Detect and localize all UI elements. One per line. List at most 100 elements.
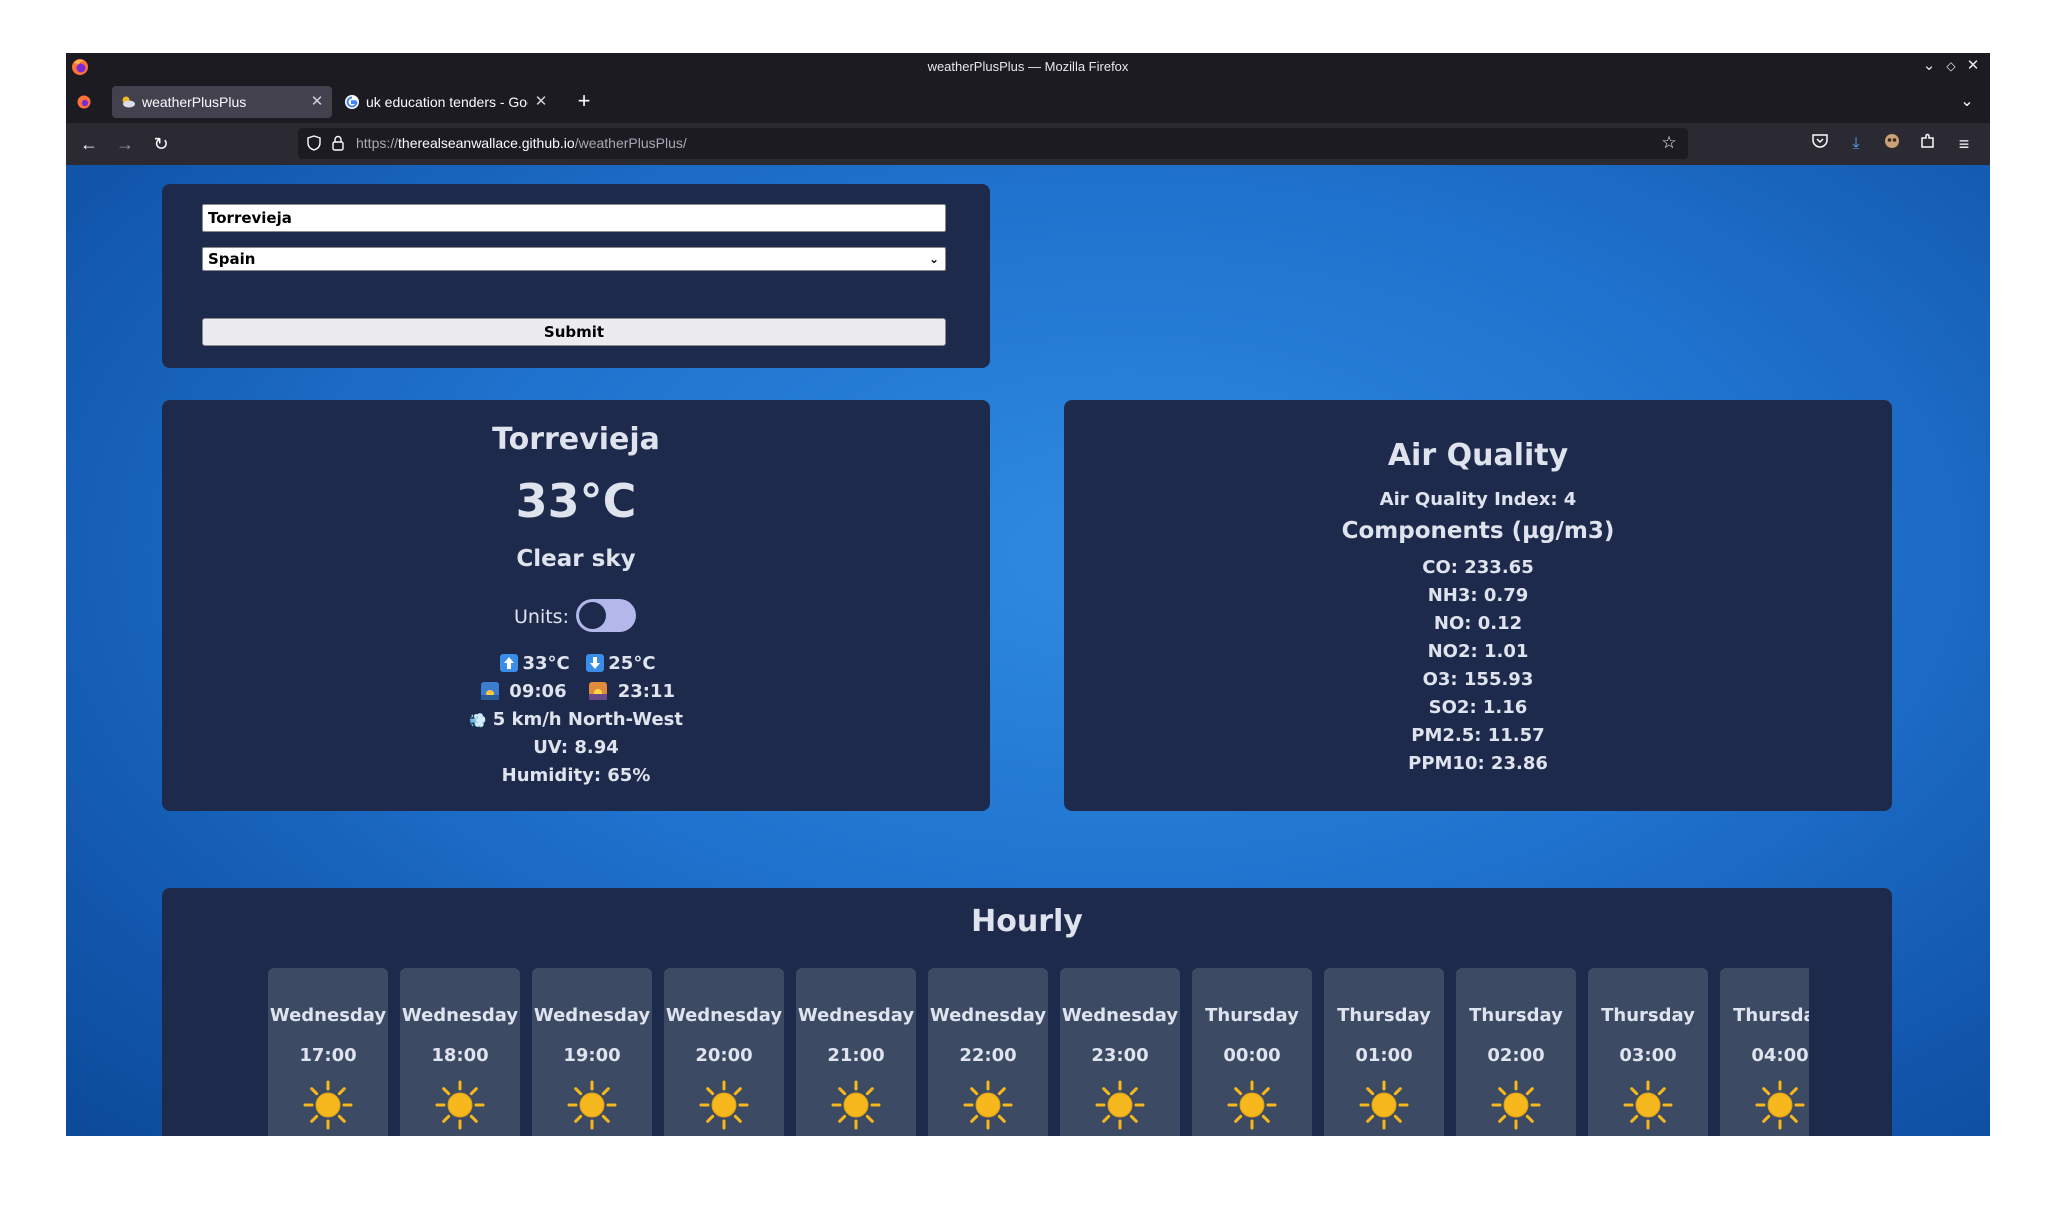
maximize-icon[interactable]: ◇ <box>1940 55 1962 77</box>
high-low-row: 33°C 25°C <box>162 653 990 674</box>
toggle-knob <box>579 602 606 629</box>
hourly-day: Thursday <box>1733 1005 1809 1026</box>
pocket-icon[interactable] <box>1808 132 1832 156</box>
hourly-item: Wednesday 18:00 33°C <box>400 968 520 1136</box>
hourly-item: Wednesday 23:00 30°C <box>1060 968 1180 1136</box>
sun-icon <box>699 1080 749 1130</box>
hourly-day: Wednesday <box>1061 1005 1179 1026</box>
new-tab-button[interactable]: + <box>568 86 600 118</box>
sunset-time: 23:11 <box>617 681 675 702</box>
hourly-item: Thursday 04:00 27°C <box>1720 968 1809 1136</box>
bookmark-star-icon[interactable]: ☆ <box>1658 132 1680 154</box>
hourly-day: Wednesday <box>797 1005 915 1026</box>
hourly-day: Thursday <box>1205 1005 1299 1026</box>
downloads-icon[interactable]: ⤓ <box>1844 132 1868 156</box>
list-tabs-icon[interactable]: ⌄ <box>1956 91 1978 113</box>
component-nh3: NH3: 0.79 <box>1427 585 1529 606</box>
component-pm25: PM2.5: 11.57 <box>1411 725 1545 746</box>
hourly-time: 04:00 <box>1751 1045 1809 1066</box>
city-input[interactable] <box>202 204 946 232</box>
tab-close-icon[interactable]: ✕ <box>532 86 550 118</box>
country-select-value: Spain <box>208 250 256 268</box>
hourly-time: 21:00 <box>827 1045 885 1066</box>
sun-icon <box>1227 1080 1277 1130</box>
hourly-item: Thursday 03:00 28°C <box>1588 968 1708 1136</box>
hourly-time: 23:00 <box>1091 1045 1149 1066</box>
lock-icon[interactable] <box>330 134 346 152</box>
weather-description: Clear sky <box>516 546 636 572</box>
sun-icon <box>1491 1080 1541 1130</box>
window-title: weatherPlusPlus — Mozilla Firefox <box>927 59 1129 74</box>
tab-label: uk education tenders - Goo <box>366 94 528 110</box>
city-name: Torrevieja <box>492 422 660 457</box>
uv-index: UV: 8.94 <box>533 737 619 758</box>
sun-icon <box>567 1080 617 1130</box>
hourly-time: 00:00 <box>1223 1045 1281 1066</box>
hourly-item: Wednesday 22:00 31°C <box>928 968 1048 1136</box>
hourly-time: 18:00 <box>431 1045 489 1066</box>
google-favicon-icon <box>345 95 359 109</box>
hourly-time: 02:00 <box>1487 1045 1545 1066</box>
back-button[interactable]: ← <box>76 131 102 157</box>
sun-icon <box>435 1080 485 1130</box>
hourly-time: 03:00 <box>1619 1045 1677 1066</box>
arrow-down-icon <box>586 654 605 672</box>
units-row: Units: <box>162 597 990 633</box>
air-quality-index: Air Quality Index: 4 <box>1379 489 1577 510</box>
component-co: CO: 233.65 <box>1422 557 1534 578</box>
units-label: Units: <box>514 606 569 628</box>
tab-label: weatherPlusPlus <box>142 94 247 110</box>
navigation-bar: ← → ↻ https://therealseanwallace.github.… <box>66 123 1990 165</box>
current-weather-card: Torrevieja 33°C Clear sky Units: 33°C 25… <box>162 400 990 811</box>
menu-hamburger-icon[interactable]: ≡ <box>1952 132 1976 156</box>
hourly-strip[interactable]: Wednesday 17:00 33°C Wednesday 18:00 <box>268 968 1809 1136</box>
extensions-puzzle-icon[interactable] <box>1916 132 1940 156</box>
arrow-up-icon <box>500 654 519 672</box>
wind-row: 💨 5 km/h North-West <box>162 709 990 730</box>
hourly-day: Wednesday <box>665 1005 783 1026</box>
extension-icon[interactable] <box>1880 132 1904 156</box>
url-path: /weatherPlusPlus/ <box>574 135 687 151</box>
weather-favicon-icon <box>122 96 135 108</box>
hourly-time: 20:00 <box>695 1045 753 1066</box>
url-text[interactable]: https://therealseanwallace.github.io/wea… <box>356 135 687 151</box>
hourly-item: Wednesday 17:00 33°C <box>268 968 388 1136</box>
hourly-time: 01:00 <box>1355 1045 1413 1066</box>
wind-value: 5 km/h North-West <box>492 709 684 730</box>
tab-close-icon[interactable]: ✕ <box>308 86 326 118</box>
tab-uk-education-tenders[interactable]: uk education tenders - Goo ✕ <box>336 86 556 118</box>
search-form-card: Spain ⌄ Submit <box>162 184 990 368</box>
hourly-item: Thursday 00:00 29°C <box>1192 968 1312 1136</box>
hourly-day: Wednesday <box>533 1005 651 1026</box>
hourly-day: Thursday <box>1337 1005 1431 1026</box>
sun-icon <box>1623 1080 1673 1130</box>
hourly-item: Wednesday 19:00 32°C <box>532 968 652 1136</box>
reload-button[interactable]: ↻ <box>148 131 174 157</box>
tab-weatherplusplus[interactable]: weatherPlusPlus ✕ <box>112 86 332 118</box>
forward-button[interactable]: → <box>112 131 138 157</box>
sunrise-time: 09:06 <box>509 681 567 702</box>
humidity: Humidity: 65% <box>501 765 651 786</box>
sunset-icon <box>589 682 608 700</box>
tab-bar: weatherPlusPlus ✕ uk education tenders -… <box>66 81 1990 123</box>
tracking-protection-shield-icon[interactable] <box>306 135 322 151</box>
low-temp: 25°C <box>608 653 656 674</box>
current-temperature: 33°C <box>515 474 637 528</box>
hourly-item: Wednesday 21:00 31°C <box>796 968 916 1136</box>
units-toggle[interactable] <box>576 599 636 632</box>
firefox-view-icon[interactable] <box>76 94 92 110</box>
high-temp: 33°C <box>522 653 570 674</box>
component-o3: O3: 155.93 <box>1422 669 1534 690</box>
minimize-icon[interactable]: ⌄ <box>1918 55 1940 77</box>
submit-button[interactable]: Submit <box>202 318 946 346</box>
country-select[interactable]: Spain ⌄ <box>202 247 946 271</box>
sun-icon <box>963 1080 1013 1130</box>
close-window-icon[interactable]: ✕ <box>1962 55 1984 77</box>
url-bar[interactable]: https://therealseanwallace.github.io/wea… <box>298 128 1688 159</box>
chevron-down-icon: ⌄ <box>928 252 939 266</box>
hourly-item: Wednesday 20:00 32°C <box>664 968 784 1136</box>
hourly-day: Wednesday <box>269 1005 387 1026</box>
hourly-item: Thursday 02:00 28°C <box>1456 968 1576 1136</box>
url-scheme: https:// <box>356 135 399 151</box>
sun-icon <box>303 1080 353 1130</box>
